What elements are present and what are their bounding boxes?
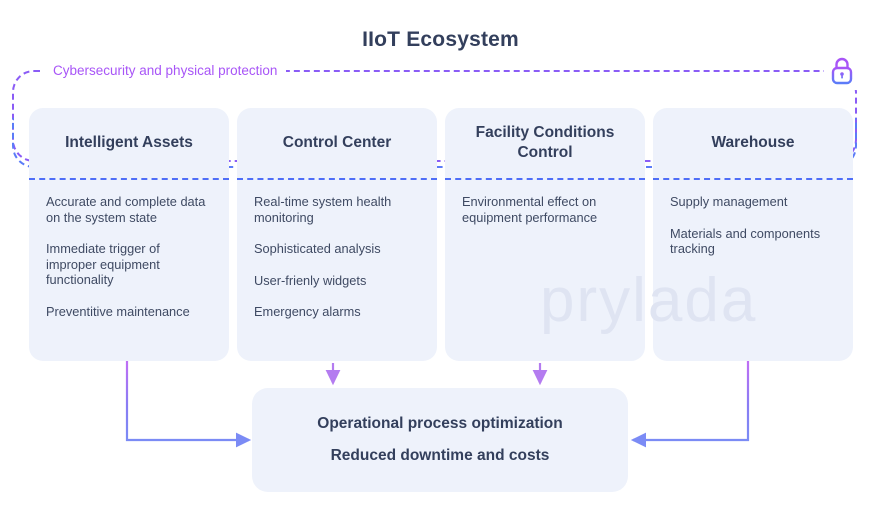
pillar-card-item: Supply management (670, 194, 788, 209)
page-title: IIoT Ecosystem (362, 28, 519, 51)
pillar-card-title: Warehouse (711, 134, 795, 151)
pillar-card-warehouse: Warehouse Supply management Materials an… (653, 108, 853, 361)
pillar-card-body: Supply management Materials and componen… (653, 180, 853, 267)
pillar-card-item: Preventitive maintenance (46, 303, 190, 319)
pillar-card-body: Environmental effect on equipment perfor… (445, 180, 645, 235)
pillar-card-item: Sophisticated analysis (254, 241, 381, 256)
pillar-card-row: Intelligent Assets Accurate and complete… (29, 108, 853, 361)
pillar-card-item: Immediate trigger of improper equipment … (46, 241, 160, 287)
pillar-card-title: Facility Conditions Control (475, 124, 615, 161)
pillar-card-control-center: Control Center Real-time system health m… (237, 108, 437, 361)
pillar-card-item: User-frienly widgets (254, 272, 367, 288)
pillar-card-item: Accurate and complete data on the system… (46, 194, 206, 225)
pillar-card-title: Control Center (282, 134, 392, 151)
pillar-card-item: Emergency alarms (254, 304, 361, 319)
security-boundary-label: Cybersecurity and physical protection (44, 62, 287, 80)
diagram-canvas: IIoT Ecosystem Cybersecurity and physica… (0, 0, 881, 525)
pillar-card-body: Accurate and complete data on the system… (29, 180, 229, 329)
result-outcome-box: Operational process optimization Reduced… (252, 388, 628, 492)
result-line-2: Reduced downtime and costs (330, 447, 550, 464)
pillar-card-item: Environmental effect on equipment perfor… (462, 194, 598, 225)
result-line-1: Operational process optimization (317, 415, 563, 432)
arrow-intelligent-assets-to-result (125, 361, 252, 448)
lock-icon (824, 52, 860, 90)
pillar-card-title: Intelligent Assets (65, 134, 193, 151)
pillar-card-intelligent-assets: Intelligent Assets Accurate and complete… (29, 108, 229, 361)
pillar-card-item: Materials and components tracking (670, 225, 821, 257)
pillar-card-item: Real-time system health monitoring (254, 194, 392, 225)
pillar-card-facility-conditions-control: Facility Conditions Control Environmenta… (445, 108, 645, 361)
arrow-warehouse-to-result (630, 361, 750, 448)
pillar-card-body: Real-time system health monitoring Sophi… (237, 180, 437, 330)
